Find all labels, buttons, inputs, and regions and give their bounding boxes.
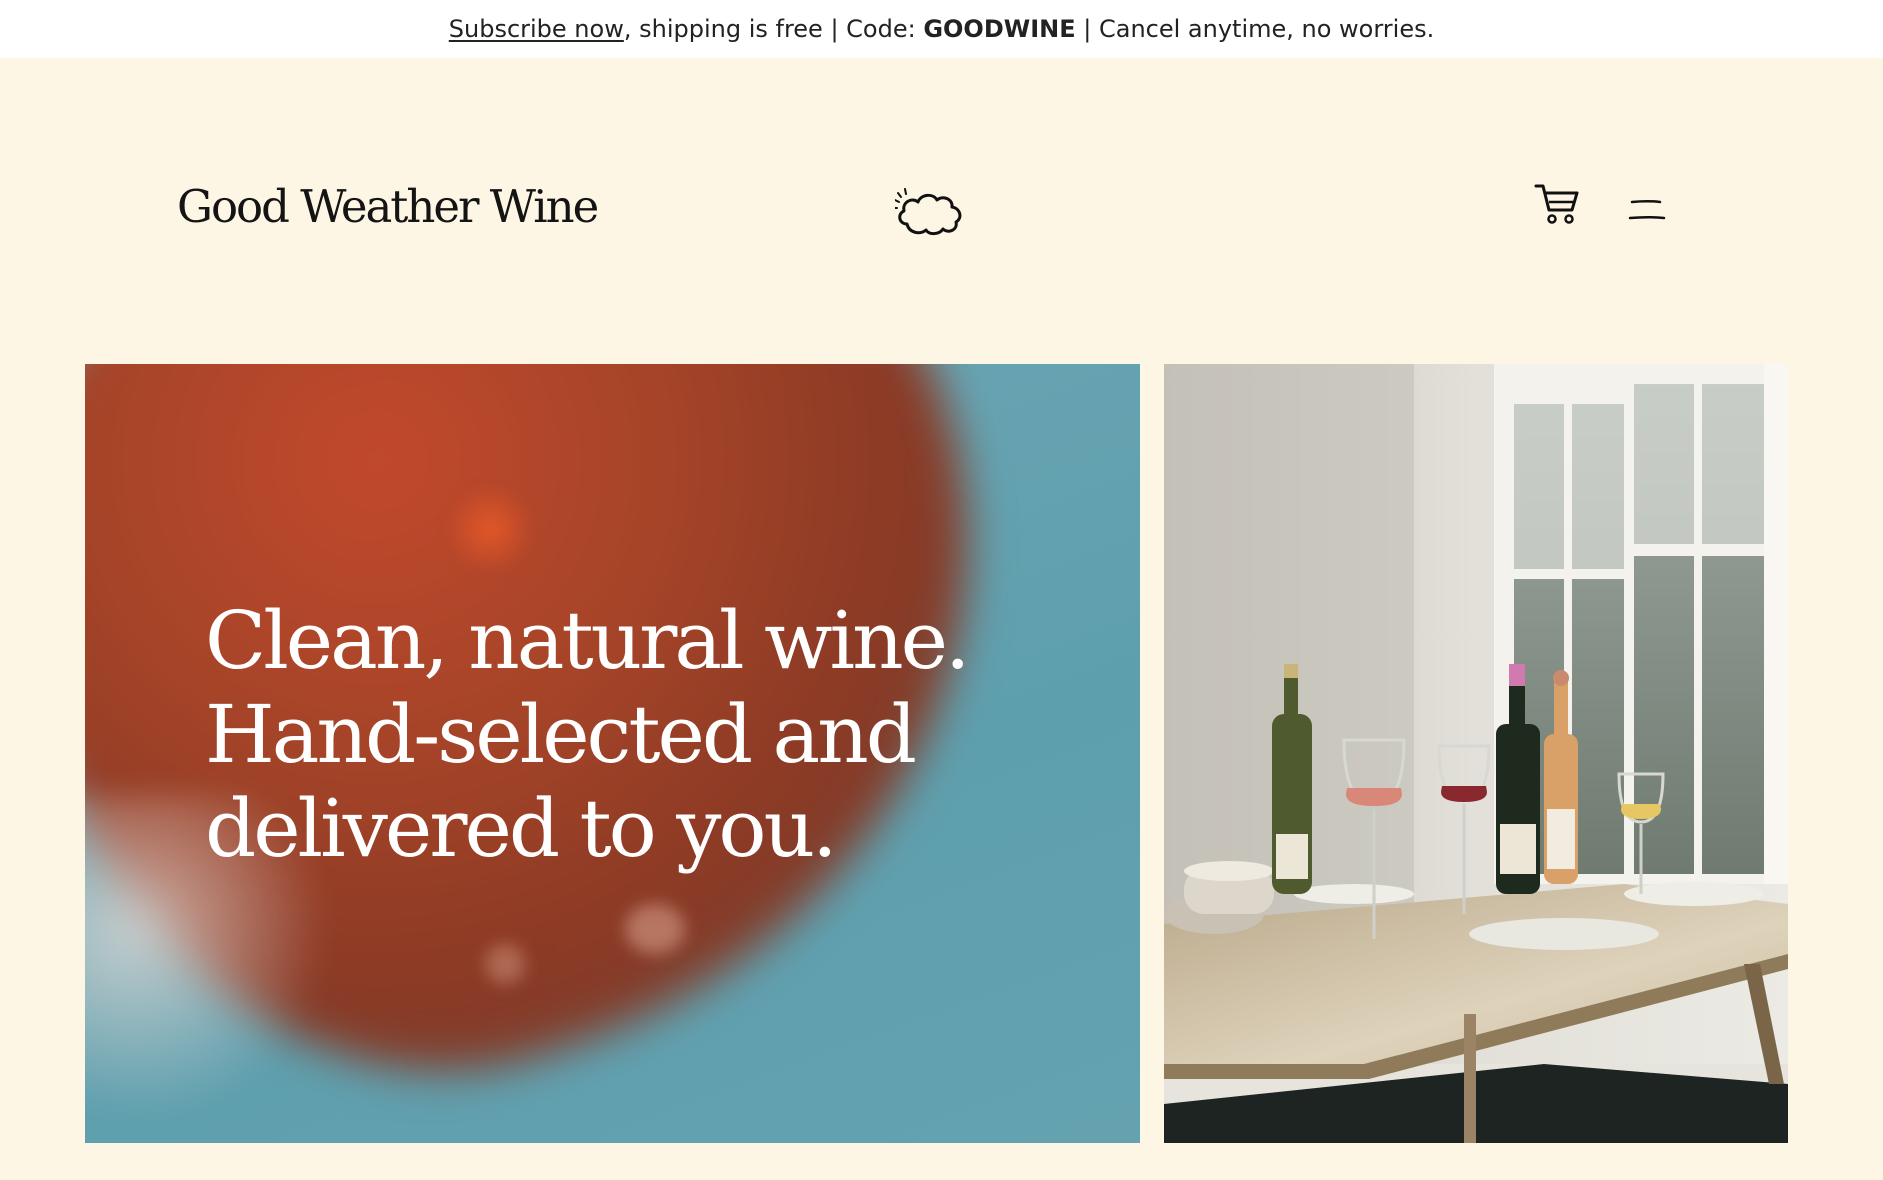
room-scene-illustration [1164,364,1788,1143]
announcement-text: , shipping is free | Code: [623,15,924,43]
bokeh [485,944,525,984]
cart-icon[interactable] [1534,182,1580,226]
hero-headline-line: Clean, natural wine. [205,594,970,687]
dining-table-photo [1164,364,1788,1143]
hero-headline-line: delivered to you. [205,782,838,875]
menu-icon[interactable] [1628,196,1668,224]
site-logo[interactable]: Good Weather Wine [177,180,599,233]
cloud-icon[interactable] [895,188,965,242]
subscribe-link[interactable]: Subscribe now [449,15,624,43]
bokeh [625,904,685,954]
announcement-bar: Subscribe now , shipping is free | Code:… [0,0,1883,58]
promo-code: GOODWINE [923,15,1076,43]
hero-headline-line: Hand-selected and [205,688,917,781]
light-reflection [445,484,535,574]
announcement-tail: | Cancel anytime, no worries. [1075,15,1435,43]
hero-headline: Clean, natural wine. Hand-selected and d… [205,594,970,876]
hero-banner: Clean, natural wine. Hand-selected and d… [85,364,1140,1143]
